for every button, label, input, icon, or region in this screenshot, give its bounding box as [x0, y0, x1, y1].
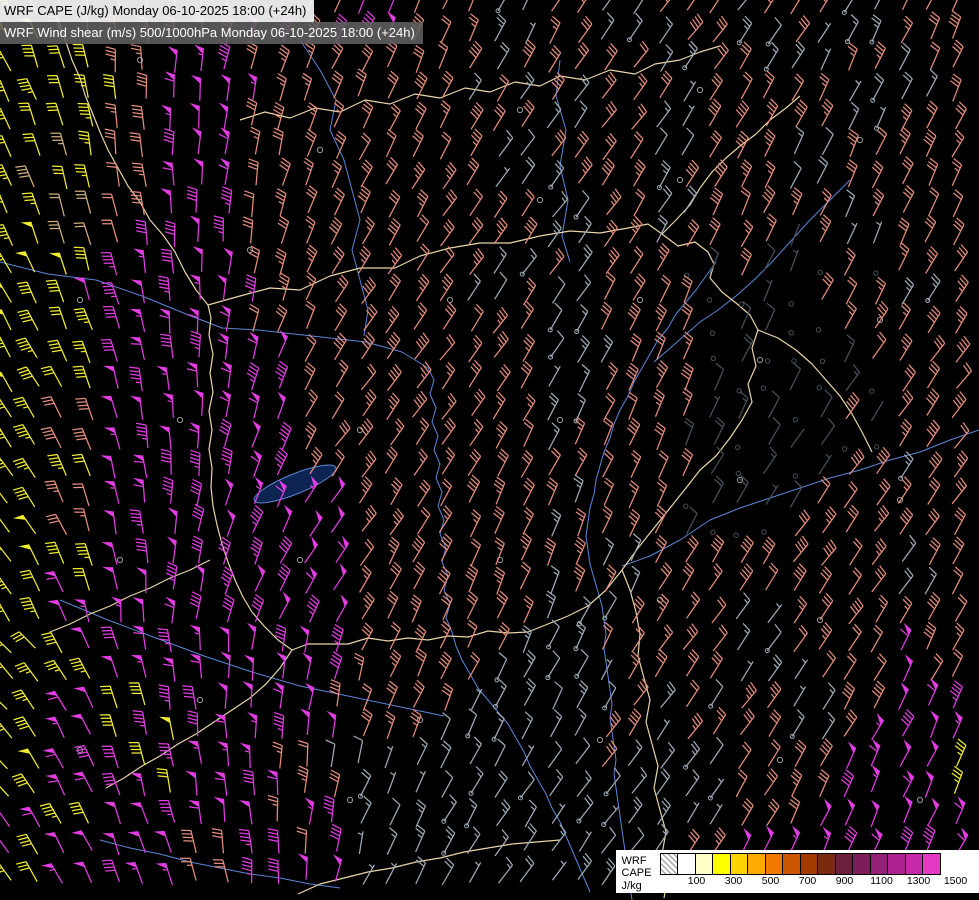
title-cape: WRF CAPE (J/kg) Monday 06-10-2025 18:00 …	[0, 0, 314, 22]
station-circle	[517, 107, 522, 112]
title-wind-shear: WRF Wind shear (m/s) 500/1000hPa Monday …	[0, 22, 423, 44]
station-circle	[637, 297, 642, 302]
station-circle	[537, 197, 542, 202]
legend-color-cell	[870, 853, 889, 875]
station-circle	[677, 177, 682, 182]
legend-tick-label: 100	[678, 875, 715, 888]
wind-barbs-layer	[0, 0, 972, 885]
legend-color-cell	[712, 853, 731, 875]
country-border	[208, 224, 758, 650]
legend-color-cell	[835, 853, 854, 875]
legend-color-cell	[887, 853, 906, 875]
legend-title-line-3: J/kg	[622, 880, 652, 893]
station-circle	[917, 797, 922, 802]
country-border	[662, 96, 800, 234]
station-circle	[197, 697, 202, 702]
legend-tick-label: 900	[826, 875, 863, 888]
station-circle	[817, 617, 822, 622]
rivers-layer	[0, 40, 979, 900]
legend-tick-label: 1500	[937, 875, 974, 888]
country-border	[106, 650, 292, 788]
station-circle	[757, 357, 762, 362]
stations-layer	[77, 57, 922, 802]
station-circle	[697, 87, 702, 92]
station-circle	[177, 417, 182, 422]
legend-color-cell	[852, 853, 871, 875]
station-circle	[447, 297, 452, 302]
station-circle	[77, 297, 82, 302]
station-circle	[857, 137, 862, 142]
lake-balaton	[250, 458, 339, 510]
station-circle	[297, 557, 302, 562]
country-border	[55, 8, 208, 305]
legend-tick-label: 700	[789, 875, 826, 888]
legend-color-cell	[782, 853, 801, 875]
legend-color-cell	[905, 853, 924, 875]
river	[654, 180, 850, 362]
legend-colorbar	[660, 853, 975, 875]
legend-color-cell	[730, 853, 749, 875]
legend-tick-label: 300	[715, 875, 752, 888]
station-circle	[117, 557, 122, 562]
country-border	[50, 560, 210, 632]
legend-color-cell	[677, 853, 696, 875]
legend-color-cell	[695, 853, 714, 875]
station-circle	[347, 797, 352, 802]
legend-color-cell	[747, 853, 766, 875]
legend-title-line-1: WRF	[622, 855, 652, 868]
legend-tick-labels: 100300500700900110013001500	[660, 875, 975, 888]
cape-legend: WRF CAPE J/kg 10030050070090011001300150…	[616, 850, 979, 894]
weather-map-screen: WRF CAPE (J/kg) Monday 06-10-2025 18:00 …	[0, 0, 979, 900]
station-circle	[317, 147, 322, 152]
legend-color-cell	[800, 853, 819, 875]
legend-color-cell	[817, 853, 836, 875]
station-circle	[777, 757, 782, 762]
river	[0, 262, 590, 892]
station-circle	[557, 417, 562, 422]
legend-tick-label: 1300	[900, 875, 937, 888]
legend-title: WRF CAPE J/kg	[622, 853, 652, 893]
legend-tick-label: 500	[752, 875, 789, 888]
legend-colorbar-wrap: 100300500700900110013001500	[660, 853, 975, 888]
weather-map-canvas	[0, 0, 979, 900]
station-circle	[597, 737, 602, 742]
legend-color-cell	[765, 853, 784, 875]
legend-color-cell	[922, 853, 941, 875]
map-title-block: WRF CAPE (J/kg) Monday 06-10-2025 18:00 …	[0, 0, 423, 44]
legend-color-cell	[660, 853, 679, 875]
legend-tick-label: 1100	[863, 875, 900, 888]
legend-title-line-2: CAPE	[622, 867, 652, 880]
